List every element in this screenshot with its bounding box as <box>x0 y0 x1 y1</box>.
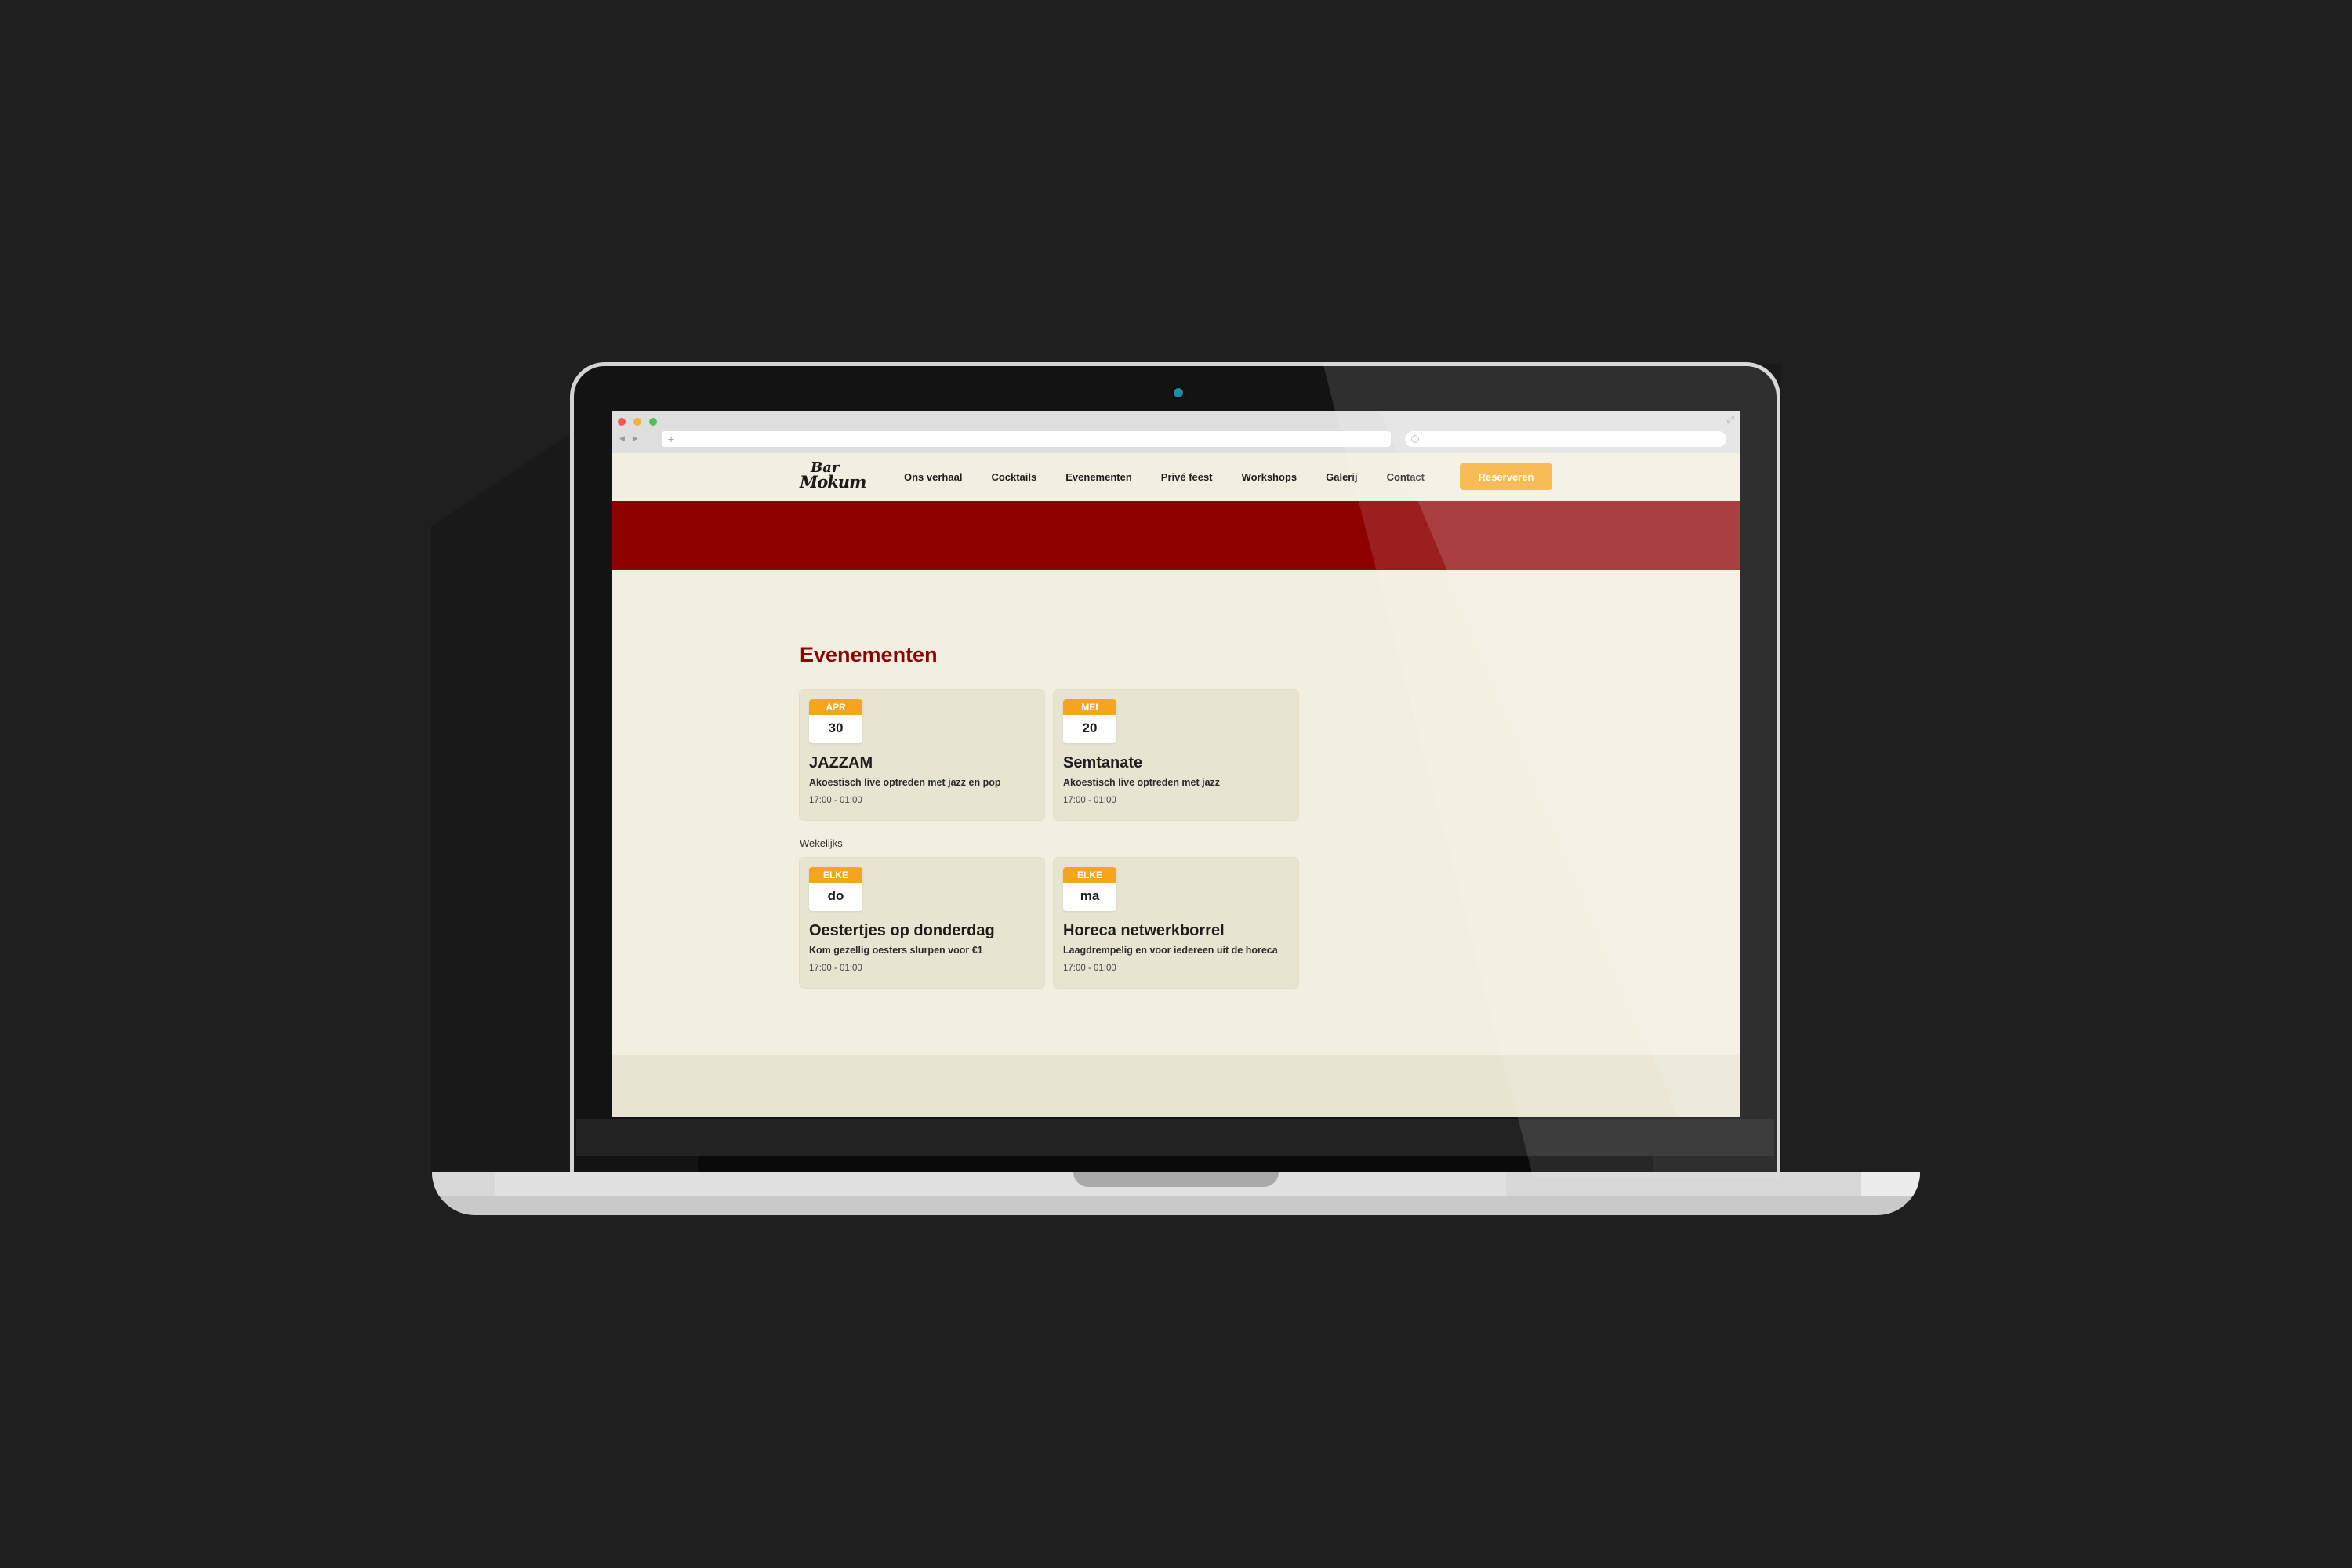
date-badge-month: MEI <box>1063 699 1116 715</box>
laptop-bezel-bottom <box>576 1119 1774 1156</box>
event-card[interactable]: APR 30 JAZZAM Akoestisch live optreden m… <box>800 690 1044 820</box>
date-badge-month: APR <box>809 699 862 715</box>
nav-link-contact[interactable]: Contact <box>1387 471 1425 483</box>
event-card[interactable]: MEI 20 Semtanate Akoestisch live optrede… <box>1054 690 1298 820</box>
address-bar[interactable]: + <box>662 431 1391 447</box>
date-badge-day: 30 <box>828 720 844 735</box>
date-badge-day: ma <box>1080 888 1100 903</box>
nav-link-ons-verhaal[interactable]: Ons verhaal <box>904 471 962 483</box>
event-title: Semtanate <box>1063 754 1143 771</box>
event-description: Kom gezellig oesters slurpen voor €1 <box>809 945 983 956</box>
date-badge: ELKE ma <box>1063 867 1116 911</box>
site-footer <box>612 1055 1740 1117</box>
laptop-lid-notch <box>1073 1172 1279 1187</box>
laptop-base-highlight <box>495 1172 1506 1196</box>
date-badge-month: ELKE <box>1063 867 1116 883</box>
event-time: 17:00 - 01:00 <box>809 796 862 805</box>
bar-mokum-logo[interactable]: Bar Mokum <box>800 461 866 495</box>
nav-link-galerij[interactable]: Galerij <box>1326 471 1357 483</box>
event-description: Akoestisch live optreden met jazz en pop <box>809 777 1001 788</box>
close-window-icon[interactable] <box>618 418 626 426</box>
page-title: Evenementen <box>800 643 938 666</box>
event-title: Horeca netwerkborrel <box>1063 922 1225 939</box>
nav-link-evenementen[interactable]: Evenementen <box>1065 471 1132 483</box>
event-time: 17:00 - 01:00 <box>1063 964 1116 973</box>
minimize-window-icon[interactable] <box>633 418 641 426</box>
maximize-window-icon[interactable] <box>649 418 657 426</box>
event-title: Oestertjes op donderdag <box>809 922 995 939</box>
event-time: 17:00 - 01:00 <box>1063 796 1116 805</box>
weekly-label: Wekelijks <box>800 837 843 849</box>
date-badge-month: ELKE <box>809 867 862 883</box>
browser-nav-arrows: ◀ ▶ <box>619 431 657 445</box>
browser-search-input[interactable] <box>1405 431 1726 447</box>
logo-line-2: Mokum <box>800 472 866 492</box>
browser-toolbar: ◀ ▶ + ⤢ <box>612 411 1740 454</box>
weekly-event-card[interactable]: ELKE ma Horeca netwerkborrel Laagdrempel… <box>1054 858 1298 988</box>
date-badge: MEI 20 <box>1063 699 1116 743</box>
fullscreen-icon[interactable]: ⤢ <box>1726 414 1734 426</box>
date-badge: APR 30 <box>809 699 862 743</box>
event-description: Akoestisch live optreden met jazz <box>1063 777 1221 788</box>
back-icon[interactable]: ◀ <box>619 434 625 442</box>
event-description: Laagdrempelig en voor iedereen uit de ho… <box>1063 945 1278 956</box>
site-header: Bar Mokum Ons verhaal Cocktails Evenemen… <box>612 453 1740 501</box>
nav-link-workshops[interactable]: Workshops <box>1242 471 1298 483</box>
hero-banner <box>612 501 1740 570</box>
nav-link-prive-feest[interactable]: Privé feest <box>1161 471 1213 483</box>
plus-icon[interactable]: + <box>668 431 674 447</box>
webcam-icon <box>1172 387 1185 399</box>
browser-window: ◀ ▶ + ⤢ Bar Mokum Ons verhaal Cocktails E… <box>612 411 1740 1117</box>
search-icon <box>1411 435 1419 443</box>
date-badge-day: 20 <box>1082 720 1098 735</box>
event-title: JAZZAM <box>809 754 873 771</box>
weekly-event-card[interactable]: ELKE do Oestertjes op donderdag Kom geze… <box>800 858 1044 988</box>
event-time: 17:00 - 01:00 <box>809 964 862 973</box>
laptop-base <box>432 1172 1920 1215</box>
nav-link-cocktails[interactable]: Cocktails <box>991 471 1036 483</box>
main-nav: Ons verhaal Cocktails Evenementen Privé … <box>904 453 1454 501</box>
reserveren-button[interactable]: Reserveren <box>1460 463 1552 490</box>
date-badge-day: do <box>827 888 844 903</box>
date-badge: ELKE do <box>809 867 862 911</box>
laptop-hinge <box>698 1156 1653 1174</box>
laptop-base-edge <box>1861 1172 1920 1196</box>
forward-icon[interactable]: ▶ <box>633 434 638 442</box>
